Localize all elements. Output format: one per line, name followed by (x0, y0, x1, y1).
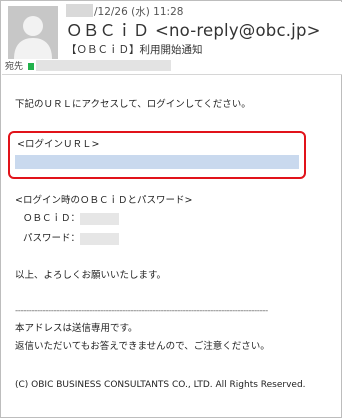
separator-line: ----------------------------------------… (15, 306, 268, 316)
sent-date-text: /12/26 (水) 11:28 (94, 6, 184, 18)
recipient-row: 宛先 (5, 60, 172, 74)
credentials-title: <ログイン時のＯＢＣｉＤとパスワード> (15, 195, 193, 206)
email-header: /12/26 (水) 11:28 ＯＢＣｉＤ <no-reply@obc.jp>… (2, 2, 342, 74)
no-reply-notice: 返信いただいてもお答えできませんので、ご注意ください。 (15, 341, 270, 352)
sender: ＯＢＣｉＤ <no-reply@obc.jp> (66, 21, 321, 40)
redacted-login-url-link[interactable] (15, 155, 299, 169)
recipient-status-icon (28, 63, 35, 70)
sent-date: /12/26 (水) 11:28 (66, 4, 183, 20)
sender-avatar (8, 6, 58, 59)
password-label: パスワード： (23, 233, 81, 244)
redacted-obcid (80, 213, 119, 225)
email-subject: 【ＯＢＣｉＤ】利用開始通知 (66, 44, 203, 56)
header-divider (2, 74, 342, 75)
email-window: /12/26 (水) 11:28 ＯＢＣｉＤ <no-reply@obc.jp>… (0, 0, 342, 418)
obcid-label: ＯＢＣｉＤ： (23, 213, 81, 224)
send-only-notice: 本アドレスは送信専用です。 (15, 323, 138, 334)
copyright-text: (C) OBIC BUSINESS CONSULTANTS CO., LTD. … (15, 380, 306, 390)
closing-text: 以上、よろしくお願いいたします。 (15, 270, 167, 281)
person-silhouette-icon (8, 6, 58, 59)
login-url-label: <ログインＵＲＬ> (17, 139, 100, 150)
redacted-year (66, 4, 93, 17)
recipient-label: 宛先 (5, 62, 24, 72)
redacted-recipient[interactable] (36, 60, 172, 71)
intro-text: 下記のＵＲＬにアクセスして、ログインしてください。 (15, 99, 251, 110)
redacted-password (80, 233, 119, 245)
